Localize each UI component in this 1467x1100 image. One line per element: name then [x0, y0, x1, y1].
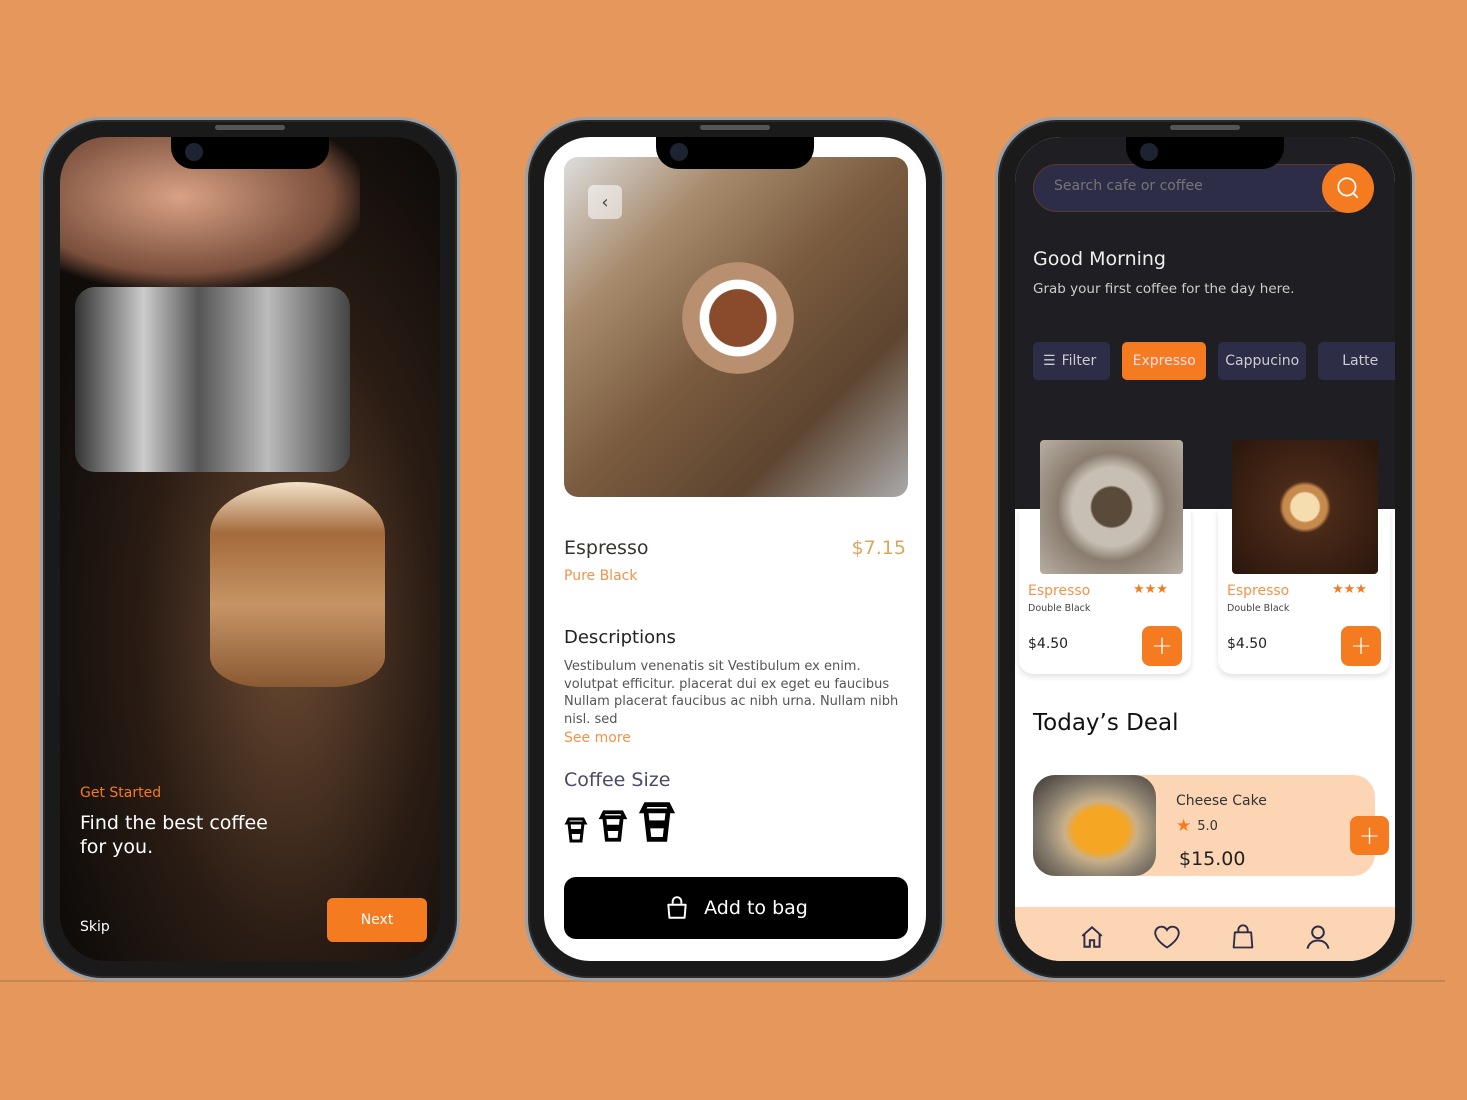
rating-stars: ★★★ [1133, 582, 1168, 597]
headline: Find the best coffee for you. [80, 811, 268, 859]
notch [656, 137, 814, 169]
search-button[interactable] [1322, 163, 1374, 213]
see-more-link[interactable]: See more [564, 730, 631, 746]
todays-deal-title: Today’s Deal [1033, 710, 1179, 736]
product-price: $4.50 [1028, 636, 1069, 652]
bottom-nav [1015, 907, 1395, 961]
size-options [564, 801, 676, 843]
product-name: Espresso [564, 537, 649, 559]
deal-name: Cheese Cake [1176, 793, 1267, 809]
back-button[interactable]: ‹ [588, 185, 622, 219]
home-screen: Good Morning Grab your first coffee for … [1015, 137, 1395, 961]
deal-price: $15.00 [1179, 848, 1246, 870]
bowl-image [682, 262, 794, 374]
product-image [1232, 440, 1378, 574]
search-bar[interactable] [1033, 163, 1374, 213]
product-image: ‹ [564, 157, 908, 497]
descriptions-title: Descriptions [564, 627, 676, 648]
chip-latte[interactable]: Latte [1318, 342, 1395, 380]
cheesecake-image [1033, 775, 1156, 876]
heart-icon[interactable] [1152, 923, 1182, 951]
cup-small-icon[interactable] [564, 817, 588, 843]
filter-chips: ☰ Filter Expresso Cappucino Latte [1033, 342, 1395, 380]
filter-label: Filter [1061, 353, 1097, 369]
product-name: Espresso [1227, 583, 1290, 599]
notch [1126, 137, 1284, 169]
filter-button[interactable]: ☰ Filter [1033, 342, 1111, 380]
headline-line-2: for you. [80, 836, 154, 858]
product-name: Espresso [1028, 583, 1091, 599]
skip-button[interactable]: Skip [80, 919, 110, 935]
onboarding-screen: Get Started Find the best coffee for you… [60, 137, 440, 961]
add-to-bag-button[interactable]: Add to bag [564, 877, 908, 939]
chip-cappucino[interactable]: Cappucino [1218, 342, 1307, 380]
star-icon: ★ [1176, 816, 1192, 836]
rating-stars: ★★★ [1332, 582, 1367, 597]
deal-rating-value: 5.0 [1197, 818, 1218, 834]
product-price: $7.15 [851, 537, 906, 559]
notch [171, 137, 329, 169]
greeting-subtitle: Grab your first coffee for the day here. [1033, 281, 1295, 297]
get-started-label: Get Started [80, 785, 162, 801]
product-subtitle: Double Black [1028, 603, 1091, 614]
user-icon[interactable] [1304, 923, 1332, 951]
headline-line-1: Find the best coffee [80, 812, 268, 834]
speaker [215, 125, 285, 130]
speaker [1170, 125, 1240, 130]
search-input[interactable] [1054, 178, 1304, 194]
latte-glass-image [210, 482, 385, 687]
cup-medium-icon[interactable] [598, 809, 628, 843]
bag-icon[interactable] [1229, 922, 1257, 952]
detail-screen: ‹ Espresso $7.15 Pure Black Descriptions… [544, 137, 926, 961]
cup-large-icon[interactable] [638, 801, 676, 843]
add-product-button[interactable]: + [1142, 626, 1182, 666]
search-icon [1337, 177, 1359, 199]
add-deal-button[interactable]: + [1350, 816, 1389, 855]
home-icon[interactable] [1079, 924, 1105, 950]
description-text: Vestibulum venenatis sit Vestibulum ex e… [564, 659, 899, 727]
phone-detail: ‹ Espresso $7.15 Pure Black Descriptions… [525, 117, 945, 981]
phone-home: Good Morning Grab your first coffee for … [995, 117, 1415, 981]
chevron-left-icon: ‹ [601, 191, 609, 213]
pitcher-image [75, 287, 350, 472]
bag-icon [667, 896, 687, 919]
next-button[interactable]: Next [327, 898, 427, 942]
product-subtitle: Double Black [1227, 603, 1290, 614]
product-image [1040, 440, 1183, 574]
speaker [700, 125, 770, 130]
add-product-button[interactable]: + [1341, 626, 1381, 666]
chip-expresso[interactable]: Expresso [1122, 342, 1207, 380]
product-subtitle: Pure Black [564, 568, 638, 584]
phone-onboarding: Get Started Find the best coffee for you… [40, 117, 460, 981]
product-price: $4.50 [1227, 636, 1268, 652]
coffee-size-title: Coffee Size [564, 769, 671, 791]
deal-rating: ★ 5.0 [1176, 816, 1218, 836]
add-to-bag-label: Add to bag [704, 897, 808, 919]
filter-icon: ☰ [1043, 353, 1056, 369]
greeting-title: Good Morning [1033, 248, 1166, 270]
